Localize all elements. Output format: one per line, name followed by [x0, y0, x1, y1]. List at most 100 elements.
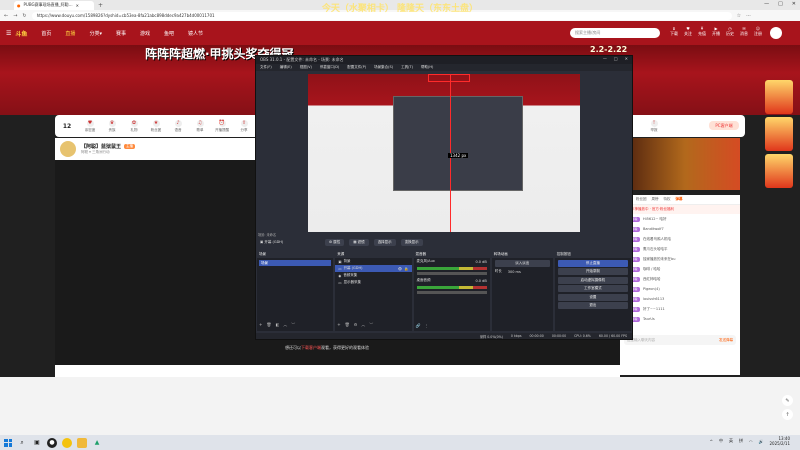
- chat-row[interactable]: 20 阿聪louisvh6113: [620, 294, 740, 304]
- room-item-intimacy[interactable]: ♥ 亲密度: [79, 119, 101, 133]
- settings-button[interactable]: 设置: [557, 293, 628, 301]
- studio-mode-button[interactable]: 工作室模式: [557, 285, 628, 292]
- chat-tab-fans[interactable]: 粉丝团: [636, 197, 647, 202]
- tray-ime-2[interactable]: 英: [729, 438, 733, 444]
- browser-tab[interactable]: ● PUBG赛事现场直播_阿聪… ✕: [14, 0, 94, 10]
- chat-row[interactable]: 15 阿聪咖啡 / 哈哈: [620, 264, 740, 274]
- chat-input[interactable]: 这里输入聊天内容 发送弹幕: [624, 335, 736, 345]
- mixer-menu-icon[interactable]: ⋮: [424, 323, 428, 328]
- forward-icon[interactable]: →: [13, 13, 17, 19]
- room-item-report[interactable]: ! 举报: [643, 119, 665, 133]
- add-source-icon[interactable]: +: [337, 322, 340, 328]
- source-item[interactable]: ◉ 音频采集: [335, 272, 411, 279]
- chat-row[interactable]: 21 阿聪在线看乌鸦人机哈: [620, 234, 740, 244]
- chat-row[interactable]: 19 阿聪Banditwolf7: [620, 224, 740, 234]
- obs-menu-edit[interactable]: 编辑(E): [280, 65, 292, 70]
- source-item[interactable]: ▭ 开幕 (GDH) 👁 🔒: [335, 265, 412, 272]
- chat-tab-weekly[interactable]: 周榜: [652, 197, 659, 202]
- scene-down-icon[interactable]: ﹀: [291, 322, 295, 328]
- site-search-input[interactable]: 搜索主播/房间: [570, 28, 660, 38]
- stop-streaming-button[interactable]: 停止直播: [557, 259, 628, 267]
- source-down-icon[interactable]: ﹀: [369, 322, 373, 328]
- new-tab-icon[interactable]: +: [98, 2, 103, 9]
- reload-icon[interactable]: ↻: [22, 13, 26, 19]
- user-avatar[interactable]: [770, 27, 782, 39]
- obs-titlebar[interactable]: OBS 31.0.1 - 配置文件: 未命名 - 场景: 未命名 — □ ✕: [256, 56, 632, 64]
- search-icon[interactable]: ⌕: [17, 438, 27, 448]
- header-broadcast[interactable]: ▶ 开播: [712, 26, 720, 37]
- streamer-avatar[interactable]: [60, 141, 76, 157]
- clock[interactable]: 13:40 2025/2/11: [769, 436, 790, 446]
- send-danmu-button[interactable]: 发送弹幕: [719, 338, 733, 343]
- source-bounding-box[interactable]: [428, 74, 470, 82]
- start-button[interactable]: [4, 438, 12, 447]
- volume-slider[interactable]: [416, 291, 487, 294]
- volume-icon[interactable]: 🔊: [759, 439, 764, 444]
- exit-button[interactable]: 退出: [557, 302, 628, 309]
- pc-client-button[interactable]: PC客户端: [709, 121, 739, 130]
- room-item-remind[interactable]: ⏰ 开播提醒: [211, 119, 233, 133]
- tray-ime-1[interactable]: 中: [719, 438, 723, 444]
- scene-up-icon[interactable]: ︿: [283, 322, 287, 328]
- lock-icon[interactable]: 🔒: [404, 267, 408, 271]
- room-item-gift[interactable]: ✿ 礼物: [123, 119, 145, 133]
- obs-menu-tools[interactable]: 工具(T): [401, 65, 413, 70]
- tab-close-icon[interactable]: ✕: [76, 3, 79, 8]
- room-item-noble[interactable]: ♛ 贵族: [101, 119, 123, 133]
- header-history[interactable]: ◷ 历史: [726, 26, 734, 37]
- obs-taskbar-icon[interactable]: ●: [47, 437, 57, 448]
- transition-duration-input[interactable]: 300 ms: [508, 270, 521, 274]
- obs-maximize-button[interactable]: □: [614, 56, 618, 61]
- scene-filter-icon[interactable]: ◧: [275, 322, 279, 328]
- nav-home[interactable]: 首页: [41, 30, 51, 37]
- close-window-button[interactable]: ✕: [792, 1, 796, 7]
- source-settings-icon[interactable]: ⚙: [354, 322, 358, 328]
- chat-row[interactable]: 23 阿聪独家播放的未来在bu: [620, 254, 740, 264]
- properties-button[interactable]: ⚙ 属性: [325, 238, 345, 246]
- chat-tab-privilege[interactable]: 特权: [664, 197, 671, 202]
- chat-row[interactable]: 14 阿聪好了~~1111: [620, 304, 740, 314]
- chrome-taskbar-icon[interactable]: [62, 437, 72, 448]
- taskview-icon[interactable]: ▣: [32, 438, 42, 448]
- visibility-eye-icon[interactable]: 👁: [398, 267, 402, 271]
- back-to-top-icon[interactable]: ↑: [782, 409, 793, 420]
- select-display-button[interactable]: 选择显示: [373, 238, 396, 246]
- nav-events[interactable]: 赛事: [116, 30, 126, 37]
- obs-menu-file[interactable]: 文件(F): [260, 65, 272, 70]
- obs-menu-scenecollection[interactable]: 场景集合(S): [374, 65, 393, 70]
- start-recording-button[interactable]: 开始录制: [557, 268, 628, 275]
- header-download[interactable]: ⬇ 下载: [670, 26, 678, 37]
- nav-fishbar[interactable]: 鱼吧: [164, 30, 174, 37]
- chat-row[interactable]: 19 阿聪TaurUs: [620, 314, 740, 324]
- room-item-share[interactable]: ⇪ 分享: [233, 119, 255, 133]
- chat-tab-danmu[interactable]: 弹幕: [676, 197, 683, 202]
- source-up-icon[interactable]: ︿: [361, 322, 365, 328]
- obs-close-button[interactable]: ✕: [625, 56, 628, 61]
- wifi-icon[interactable]: ◠: [749, 439, 753, 444]
- minimize-button[interactable]: —: [764, 1, 769, 7]
- header-follow[interactable]: ♥ 关注: [684, 26, 692, 37]
- maximize-button[interactable]: □: [778, 1, 783, 7]
- obs-menu-help[interactable]: 帮助(H): [421, 65, 433, 70]
- obs-menu-profile[interactable]: 配置文件(P): [347, 65, 366, 70]
- tray-ime-3[interactable]: 拼: [739, 438, 743, 444]
- side-ad-2[interactable]: [765, 117, 793, 151]
- source-item[interactable]: ▭ 显示器采集: [335, 279, 411, 286]
- nav-category[interactable]: 分类▾: [89, 30, 102, 37]
- room-item-voice[interactable]: ♪ 语音: [167, 119, 189, 133]
- chat-row[interactable]: 21 阿聪西红柿哈哈: [620, 274, 740, 284]
- room-item-fans[interactable]: ★ 粉丝团: [145, 119, 167, 133]
- scene-item[interactable]: 场景: [259, 260, 332, 266]
- obs-menu-view[interactable]: 视图(V): [300, 65, 312, 70]
- obs-minimize-button[interactable]: —: [603, 56, 607, 61]
- promo-image[interactable]: [630, 138, 740, 190]
- remove-scene-icon[interactable]: 🗑: [266, 322, 271, 328]
- nav-festival[interactable]: 镜人节: [188, 30, 203, 37]
- nav-live[interactable]: 直播: [65, 30, 75, 37]
- nav-games[interactable]: 游戏: [140, 30, 150, 37]
- site-logo[interactable]: 斗鱼: [15, 29, 27, 38]
- transform-display-button[interactable]: 变换显示: [400, 238, 423, 246]
- hamburger-icon[interactable]: ☰: [6, 30, 11, 37]
- chat-row[interactable]: 20 阿聪Hi5612~ 哈好: [620, 214, 740, 224]
- mixer-link-icon[interactable]: 🔗: [416, 323, 421, 328]
